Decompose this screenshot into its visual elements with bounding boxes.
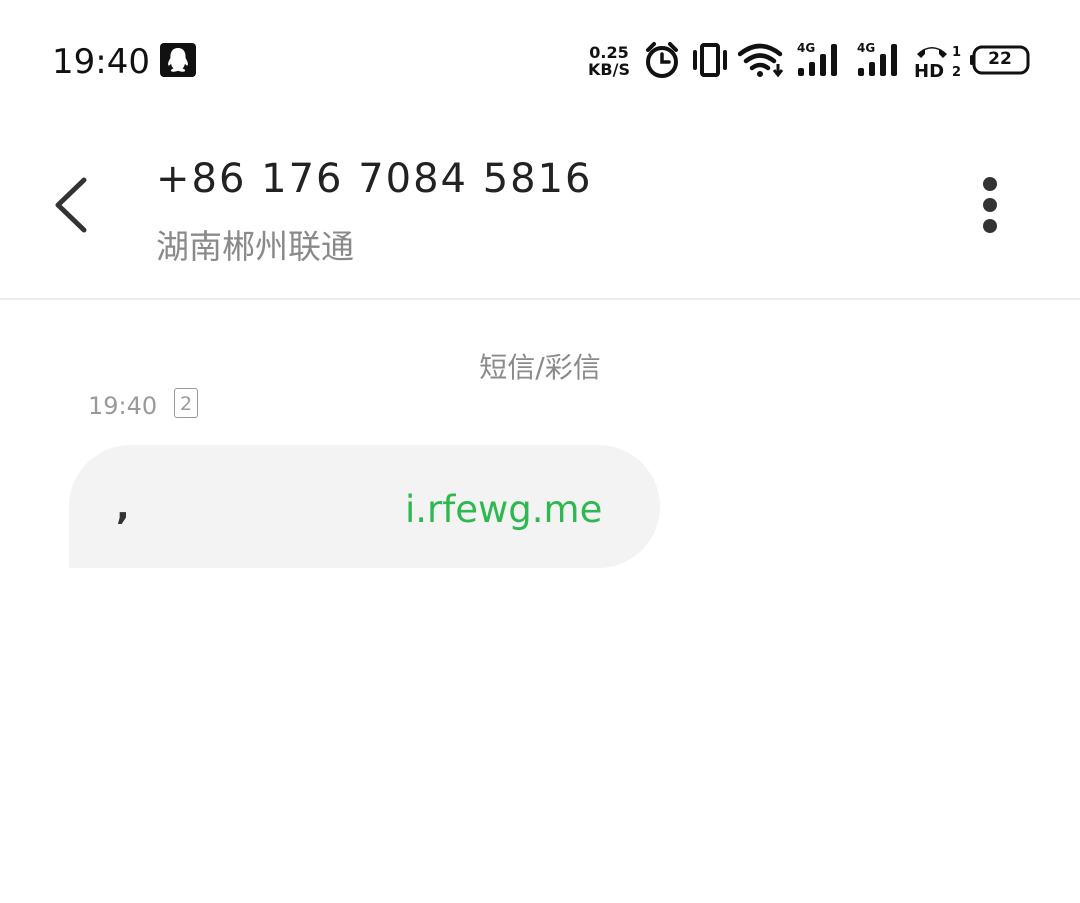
battery-level: 22: [988, 49, 1012, 69]
hd-call-icon: HD 1 2: [914, 40, 964, 84]
vibrate-icon: [690, 40, 730, 84]
network-speed: 0.25 KB/S: [588, 43, 630, 79]
contact-number: +86 176 7084 5816: [156, 156, 593, 202]
more-options-button[interactable]: [964, 168, 1016, 242]
contact-location: 湖南郴州联通: [156, 227, 354, 266]
svg-text:HD: HD: [914, 61, 944, 80]
alarm-icon: [642, 40, 682, 84]
qq-icon: [160, 43, 196, 81]
svg-text:4G: 4G: [857, 41, 875, 55]
wifi-icon: [737, 40, 786, 84]
sim-card-icon: 2: [174, 388, 198, 418]
message-time: 19:40: [88, 392, 158, 420]
back-button[interactable]: [38, 168, 102, 242]
message-type-label: 短信/彩信: [479, 351, 601, 384]
message-text: ,: [116, 487, 130, 528]
signal-icon: 4G: [796, 40, 844, 84]
svg-text:1: 1: [952, 45, 961, 60]
chevron-left-icon: [55, 177, 87, 233]
more-vertical-icon: [983, 177, 997, 233]
svg-text:2: 2: [952, 65, 961, 80]
header-divider: [0, 298, 1080, 300]
signal-icon: 4G: [856, 40, 904, 84]
message-link[interactable]: i.rfewg.me: [405, 488, 602, 531]
status-time: 19:40: [52, 42, 150, 82]
svg-text:4G: 4G: [797, 41, 815, 55]
